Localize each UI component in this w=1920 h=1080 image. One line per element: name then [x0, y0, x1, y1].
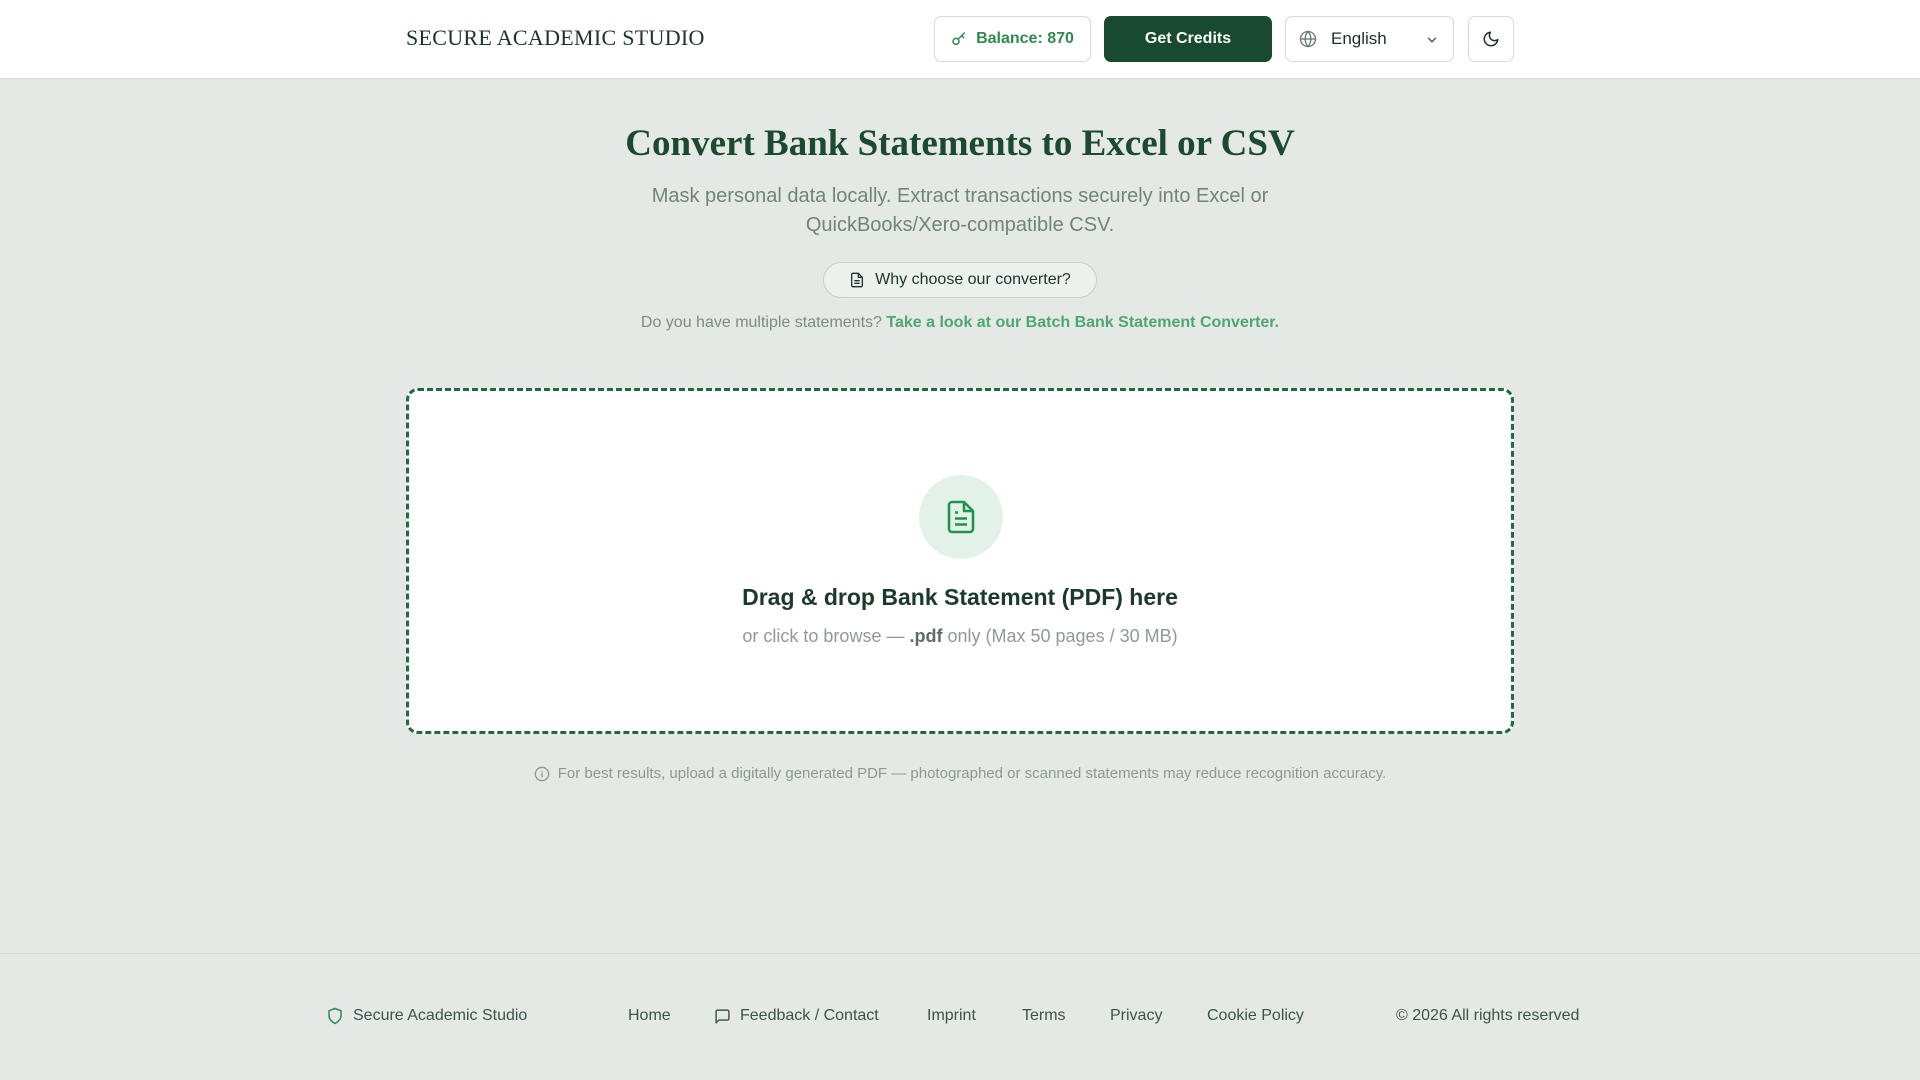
footer-feedback-label: Feedback / Contact: [740, 1007, 879, 1024]
shield-icon: [326, 1007, 344, 1025]
batch-converter-link[interactable]: Take a look at our Batch Bank Statement …: [886, 314, 1279, 331]
get-credits-button[interactable]: Get Credits: [1104, 16, 1272, 62]
key-icon: [951, 31, 967, 47]
page-footer: Secure Academic Studio Home Feedback / C…: [0, 953, 1920, 1080]
footer-copyright: © 2026 All rights reserved: [1396, 1007, 1580, 1024]
footer-link-feedback[interactable]: Feedback / Contact: [714, 1007, 879, 1025]
brand-logo[interactable]: SECURE ACADEMIC STUDIO: [406, 25, 705, 51]
globe-icon: [1299, 30, 1317, 48]
language-value: English: [1331, 29, 1387, 48]
theme-toggle-button[interactable]: [1468, 16, 1514, 62]
balance-button[interactable]: Balance: 870: [934, 16, 1091, 62]
chat-icon: [714, 1008, 731, 1025]
why-choose-button[interactable]: Why choose our converter?: [823, 262, 1097, 298]
footer-link-imprint[interactable]: Imprint: [927, 1007, 976, 1025]
dropzone-title: Drag & drop Bank Statement (PDF) here: [742, 584, 1178, 610]
why-choose-label: Why choose our converter?: [875, 271, 1071, 288]
upload-hint-text: For best results, upload a digitally gen…: [557, 765, 1387, 782]
dropzone-sub-prefix: or click to browse —: [742, 626, 905, 646]
info-icon: [534, 766, 550, 782]
dropzone-subtitle: or click to browse — .pdf only (Max 50 p…: [409, 626, 1511, 647]
footer-link-terms[interactable]: Terms: [1022, 1007, 1066, 1025]
batch-notice: Do you have multiple statements? Take a …: [0, 314, 1920, 332]
top-header: SECURE ACADEMIC STUDIO Balance: 870 Get …: [0, 0, 1920, 79]
footer-link-cookie[interactable]: Cookie Policy: [1207, 1007, 1304, 1025]
moon-icon: [1482, 30, 1500, 48]
chevron-down-icon: [1425, 33, 1439, 47]
page-title: Convert Bank Statements to Excel or CSV: [625, 123, 1295, 164]
footer-link-home[interactable]: Home: [628, 1007, 671, 1025]
document-icon: [943, 499, 979, 535]
footer-link-privacy[interactable]: Privacy: [1110, 1007, 1162, 1025]
file-icon-badge: [919, 475, 1003, 559]
footer-brand-label: Secure Academic Studio: [353, 1007, 528, 1024]
dropzone-sub-ext: .pdf: [909, 626, 943, 646]
document-icon: [849, 272, 865, 288]
dropzone-sub-suffix: only (Max 50 pages / 30 MB): [947, 626, 1178, 646]
footer-brand[interactable]: Secure Academic Studio: [326, 1007, 527, 1025]
language-select[interactable]: English: [1285, 16, 1454, 62]
pdf-dropzone[interactable]: Drag & drop Bank Statement (PDF) here or…: [406, 388, 1514, 734]
batch-question: Do you have multiple statements?: [640, 314, 882, 331]
page-subtitle: Mask personal data locally. Extract tran…: [651, 185, 1269, 236]
balance-label: Balance: 870: [976, 30, 1074, 47]
upload-hint: For best results, upload a digitally gen…: [0, 765, 1920, 782]
